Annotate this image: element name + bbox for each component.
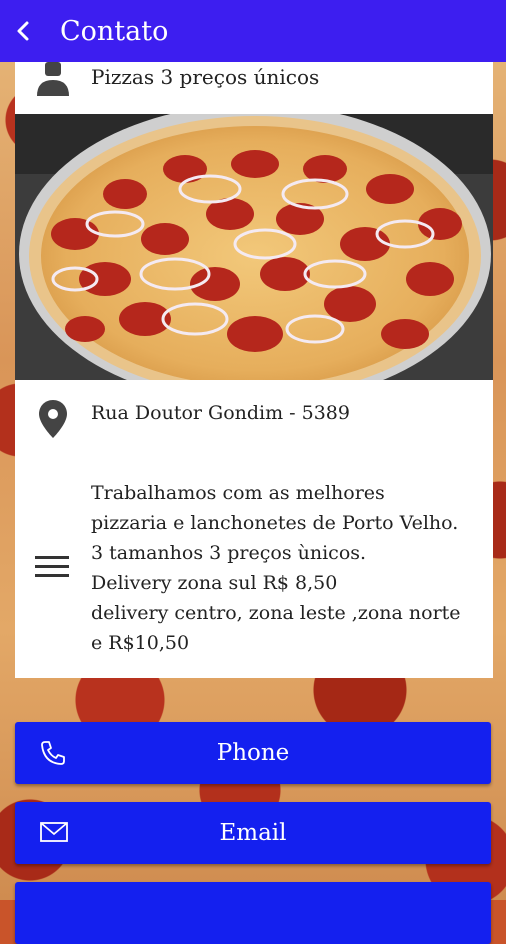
description-row: Trabalhamos com as melhores pizzaria e l… [15, 472, 493, 662]
next-action-button[interactable] [15, 882, 491, 944]
app-header: Contato [0, 0, 506, 62]
menu-lines-icon [35, 554, 71, 584]
pizza-photo [15, 114, 493, 380]
description-text: Trabalhamos com as melhores pizzaria e l… [91, 482, 461, 654]
business-name-row: Pizzas 3 preços únicos [15, 62, 493, 114]
back-arrow-icon[interactable] [12, 20, 34, 42]
phone-button[interactable]: Phone [15, 722, 491, 784]
contact-card: Pizzas 3 preços únicos Rua Doutor Gondim… [15, 62, 493, 678]
page-title: Contato [60, 15, 169, 47]
email-button[interactable]: Email [15, 802, 491, 864]
address-text: Rua Doutor Gondim - 5389 [91, 402, 350, 424]
business-name: Pizzas 3 preços únicos [91, 65, 320, 89]
phone-icon [39, 739, 67, 773]
location-pin-icon [39, 400, 67, 442]
person-icon [35, 62, 71, 100]
email-button-label: Email [219, 820, 287, 846]
phone-button-label: Phone [216, 740, 290, 766]
envelope-icon [39, 819, 69, 851]
address-row: Rua Doutor Gondim - 5389 [15, 380, 493, 460]
